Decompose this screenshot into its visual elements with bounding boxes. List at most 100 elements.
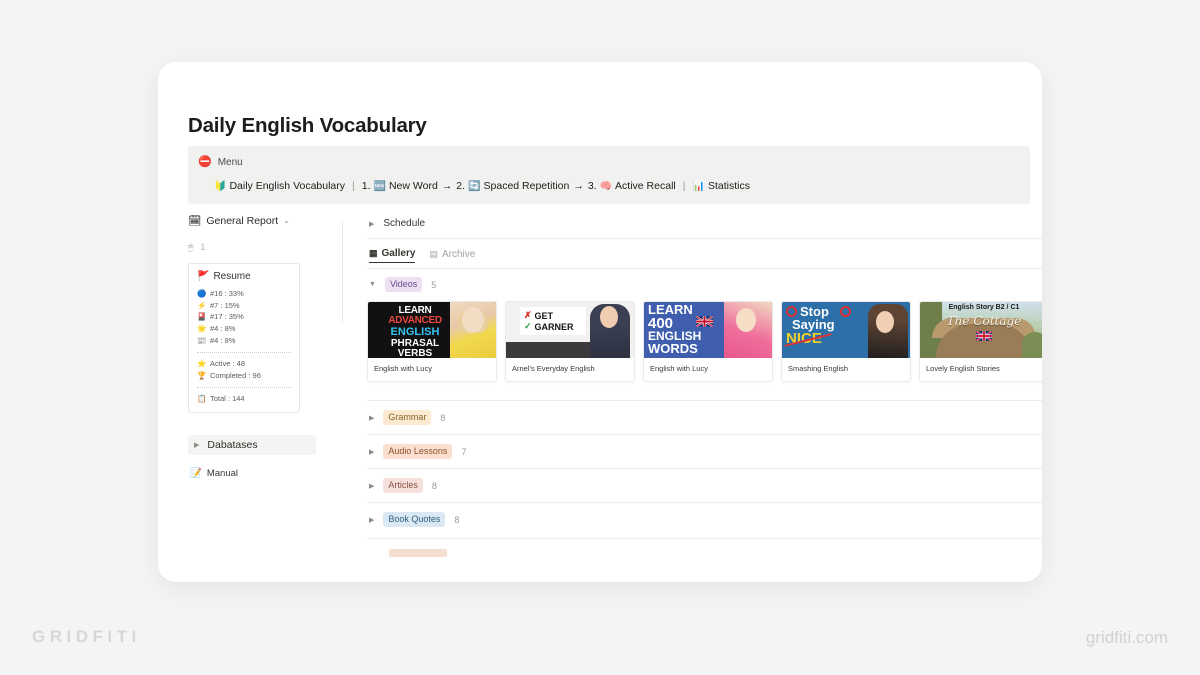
thumb-line: ENGLISH: [390, 326, 440, 338]
group-header-articles[interactable]: ▶ Articles 8: [367, 468, 1042, 502]
resume-active-row: ⭐ Active : 48: [197, 358, 291, 370]
resume-stat-label: #4 : 8%: [210, 335, 236, 345]
triangle-right-icon[interactable]: ▶: [369, 414, 374, 422]
shield-icon: 🔰: [214, 180, 227, 192]
resume-total-row: 📋 Total : 144: [197, 393, 291, 405]
sidebar-item-manual-label: Manual: [206, 468, 239, 479]
triangle-right-icon[interactable]: ▶: [194, 441, 199, 449]
thumbnail-text: LEARN ADVANCED ENGLISH PHRASAL VERBS IN …: [373, 306, 457, 359]
menu-link-home[interactable]: 🔰 Daily English Vocabulary: [214, 180, 345, 192]
thumbnail-text: LEARN 400 ENGLISH WORDS: [648, 303, 726, 357]
screenshot-stage: Daily English Vocabulary ⛔ Menu 🔰 Daily …: [0, 0, 1200, 675]
group-count-articles: 8: [431, 480, 437, 491]
group-header-audio-lessons[interactable]: ▶ Audio Lessons 7: [367, 434, 1042, 468]
thumbnail-stop-saying-nice: Stop Saying NICE: [782, 302, 910, 358]
gallery-card-caption: English with Lucy: [650, 364, 708, 373]
menu-label: Menu: [217, 156, 243, 168]
chart-icon: 📊: [692, 180, 705, 192]
list-icon: ▤: [429, 248, 438, 259]
thumb-line: The Cottage: [946, 314, 1022, 328]
resume-stat-row: 🌟 #4 : 8%: [197, 323, 291, 335]
thumbnail-text: Stop Saying NICE: [784, 305, 862, 347]
newspaper-icon: 📰: [197, 335, 207, 345]
pointer-count: 1: [200, 242, 206, 252]
calendar-icon: 🗓: [188, 215, 202, 227]
blue-circle-icon: 🔵: [197, 289, 207, 298]
resume-title-row: 🚩 Resume: [197, 271, 291, 282]
menu-arrow-1: →: [441, 180, 453, 192]
menu-link-new-word-label: New Word: [388, 180, 438, 192]
group-header-book-quotes[interactable]: ▶ Book Quotes 8: [367, 502, 1042, 536]
face-shape: [876, 311, 894, 333]
triangle-right-icon[interactable]: ▶: [369, 220, 374, 228]
tab-archive[interactable]: ▤ Archive: [429, 249, 475, 263]
menu-header: ⛔ Menu: [198, 154, 1020, 170]
menu-link-spaced-repetition[interactable]: 🔄 Spaced Repetition: [468, 180, 569, 192]
resume-stat-row: 📰 #4 : 8%: [197, 335, 291, 347]
check-mark-icon: ✓: [524, 321, 532, 331]
sidebar-item-databases[interactable]: ▶ Dabatases: [188, 435, 316, 455]
general-report-header[interactable]: 🗓 General Report ⌄: [188, 214, 330, 228]
lightning-icon: ⚡: [197, 300, 207, 310]
watermark-brand: GRIDFITI: [32, 627, 141, 646]
column-divider: [342, 222, 343, 322]
menu-link-spaced-repetition-label: Spaced Repetition: [483, 180, 570, 192]
cursor-icon: 🖱: [188, 241, 194, 252]
thumb-line: VERBS: [397, 348, 433, 359]
menu-separator-2: |: [682, 180, 686, 192]
menu-arrow-2: →: [573, 180, 584, 192]
thumbnail-person: [868, 304, 908, 358]
thumb-line: English Story B2 / C1: [948, 304, 1020, 311]
gallery-grid: LEARN ADVANCED ENGLISH PHRASAL VERBS IN …: [367, 301, 1042, 382]
group-count-book-quotes: 8: [454, 514, 460, 525]
resume-completed-label: Completed : 96: [210, 370, 261, 380]
resume-stat-label: #4 : 8%: [210, 323, 236, 333]
menu-links-row: 🔰 Daily English Vocabulary | 1. 🆕 New Wo…: [214, 180, 1020, 192]
gallery-card[interactable]: ✗ GET ✓ GARNER Arnel's Everyday English: [505, 301, 635, 382]
gallery-card-caption: English with Lucy: [374, 364, 432, 373]
gallery-card[interactable]: LEARN 400 ENGLISH WORDS English with Luc…: [643, 301, 773, 382]
partial-group-chip[interactable]: [389, 549, 447, 557]
tab-gallery[interactable]: ▦ Gallery: [369, 248, 416, 263]
new-icon: 🆕: [373, 180, 386, 192]
chevron-down-icon[interactable]: ⌄: [283, 216, 290, 225]
resume-stat-label: #16 : 33%: [210, 289, 244, 298]
thumb-line: WORDS: [648, 341, 698, 357]
tab-archive-label: Archive: [441, 248, 476, 260]
menu-link-active-recall[interactable]: 🧠 Active Recall: [600, 180, 676, 192]
sidebar-item-manual[interactable]: 📝 Manual: [190, 468, 330, 479]
thumbnail-phrasal-verbs: LEARN ADVANCED ENGLISH PHRASAL VERBS IN …: [368, 302, 496, 358]
menu-link-new-word[interactable]: 🆕 New Word: [374, 180, 438, 192]
refresh-icon: 🔄: [468, 180, 481, 192]
general-report-label: General Report: [206, 214, 279, 227]
page-title: Daily English Vocabulary: [188, 114, 427, 137]
resume-stat-row: 🎴 #17 : 35%: [197, 311, 291, 323]
thumb-word: GET: [534, 310, 554, 321]
card-icon: 🎴: [197, 312, 207, 322]
triangle-right-icon[interactable]: ▶: [369, 448, 374, 456]
gallery-card[interactable]: Stop Saying NICE Smashing English: [781, 301, 911, 382]
triangle-right-icon[interactable]: ▶: [369, 516, 374, 524]
resume-total-label: Total : 144: [210, 394, 245, 404]
group-chip-articles: Articles: [383, 478, 423, 493]
resume-stat-row: 🔵 #16 : 33%: [197, 288, 291, 300]
sidebar-item-databases-label: Dabatases: [207, 439, 258, 451]
triangle-right-icon[interactable]: ▶: [369, 482, 374, 490]
toggle-schedule[interactable]: ▶ Schedule: [367, 214, 1042, 239]
cross-mark-icon: ✗: [524, 310, 532, 320]
gallery-card[interactable]: English Story B2 / C1 The Cottage Lovely…: [919, 301, 1042, 382]
thumbnail-400-words: LEARN 400 ENGLISH WORDS: [644, 302, 772, 358]
face-shape: [462, 307, 484, 333]
grid-icon: ▦: [369, 248, 378, 258]
menu-link-statistics[interactable]: 📊 Statistics: [692, 180, 749, 192]
group-header-videos[interactable]: ▼ Videos 5: [367, 269, 1042, 298]
gallery-card[interactable]: LEARN ADVANCED ENGLISH PHRASAL VERBS IN …: [367, 301, 497, 382]
triangle-down-icon[interactable]: ▼: [369, 281, 376, 288]
memo-icon: 📝: [190, 468, 202, 479]
bush-shape: [1022, 332, 1042, 358]
group-header-grammar[interactable]: ▶ Grammar 8: [367, 400, 1042, 434]
resume-stat-row: ⚡ #7 : 15%: [197, 300, 291, 312]
group-count-grammar: 8: [440, 412, 446, 423]
star-icon: 🌟: [197, 323, 207, 333]
resume-card: 🚩 Resume 🔵 #16 : 33% ⚡ #7 : 15% 🎴 #17 : …: [188, 263, 300, 413]
